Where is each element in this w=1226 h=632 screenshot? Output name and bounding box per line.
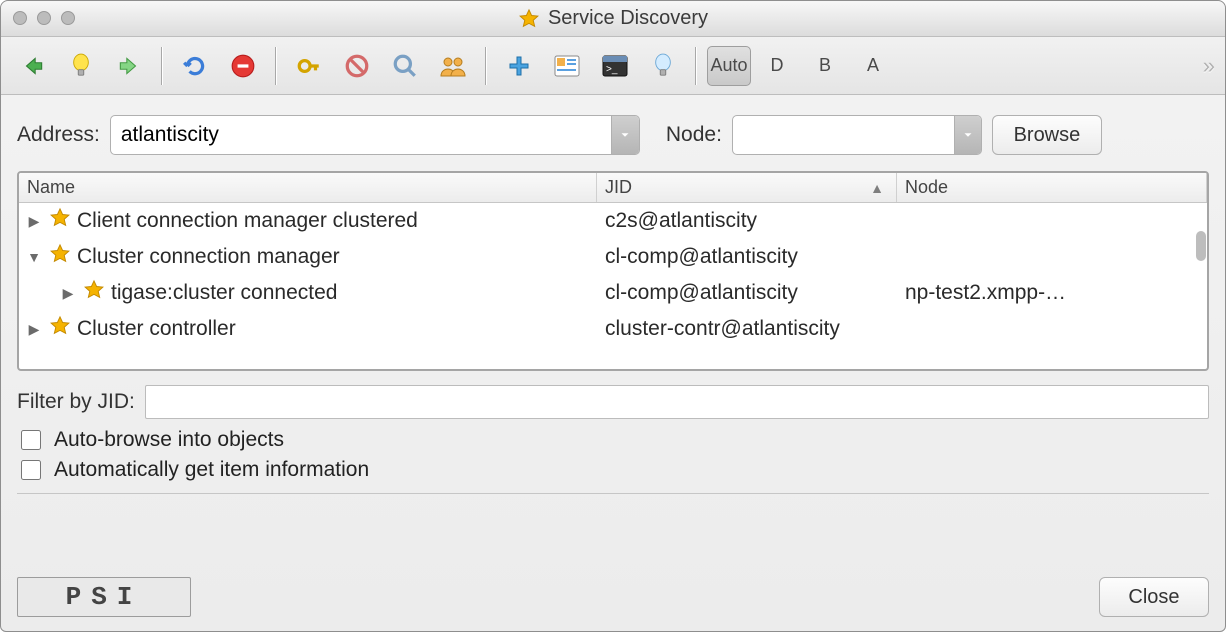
column-jid[interactable]: JID ▲ bbox=[597, 173, 897, 202]
vcard-button[interactable] bbox=[545, 46, 589, 86]
table-row[interactable]: ▶ Client connection manager clustered c2s@… bbox=[19, 203, 1207, 239]
divider bbox=[17, 493, 1209, 494]
bottom-bar: PSI Close bbox=[1, 569, 1225, 631]
toolbar: >_ Auto D B A » bbox=[1, 37, 1225, 95]
auto-info-input[interactable] bbox=[21, 460, 41, 480]
table-row[interactable]: ▶ Cluster controller cluster-contr@atlanti… bbox=[19, 311, 1207, 347]
close-traffic-icon[interactable] bbox=[13, 11, 27, 25]
search-button[interactable] bbox=[383, 46, 427, 86]
node-drop-icon[interactable] bbox=[954, 116, 981, 154]
chevron-right-icon[interactable]: ▶ bbox=[25, 213, 43, 230]
chevron-right-icon[interactable]: ▶ bbox=[59, 285, 77, 302]
address-row: Address: Node: Browse bbox=[1, 95, 1225, 161]
browse-button[interactable]: Browse bbox=[992, 115, 1102, 155]
close-button-label: Close bbox=[1128, 586, 1179, 609]
toolbar-separator bbox=[161, 47, 163, 85]
options-group: Auto-browse into objects Automatically g… bbox=[1, 425, 1225, 483]
star-icon bbox=[83, 279, 105, 307]
row-name: Cluster controller bbox=[77, 317, 236, 341]
svg-text:>_: >_ bbox=[606, 64, 618, 75]
add-button[interactable] bbox=[497, 46, 541, 86]
auto-browse-input[interactable] bbox=[21, 430, 41, 450]
mode-b-button[interactable]: B bbox=[803, 46, 847, 86]
deny-button[interactable] bbox=[335, 46, 379, 86]
service-discovery-window: Service Discovery bbox=[0, 0, 1226, 632]
psi-logo: PSI bbox=[17, 577, 191, 617]
chevron-right-icon[interactable]: ▶ bbox=[25, 321, 43, 338]
row-name: tigase:cluster connected bbox=[111, 281, 337, 305]
stop-button[interactable] bbox=[221, 46, 265, 86]
star-icon bbox=[49, 207, 71, 235]
chevron-down-icon[interactable]: ▼ bbox=[25, 249, 43, 265]
bulb2-button[interactable] bbox=[641, 46, 685, 86]
window-title: Service Discovery bbox=[548, 7, 708, 30]
window-controls bbox=[13, 11, 75, 25]
close-button[interactable]: Close bbox=[1099, 577, 1209, 617]
mode-b-label: B bbox=[819, 55, 831, 76]
scrollbar-thumb[interactable] bbox=[1196, 231, 1206, 261]
sort-asc-icon: ▲ bbox=[870, 180, 884, 196]
address-drop-icon[interactable] bbox=[611, 116, 639, 154]
mode-a-button[interactable]: A bbox=[851, 46, 895, 86]
console-button[interactable]: >_ bbox=[593, 46, 637, 86]
star-icon bbox=[49, 243, 71, 271]
mode-a-label: A bbox=[867, 55, 879, 76]
row-jid: cl-comp@atlantiscity bbox=[597, 245, 897, 269]
key-button[interactable] bbox=[287, 46, 331, 86]
forward-button[interactable] bbox=[107, 46, 151, 86]
auto-browse-checkbox[interactable]: Auto-browse into objects bbox=[17, 427, 1209, 453]
node-input[interactable] bbox=[733, 116, 954, 154]
back-button[interactable] bbox=[11, 46, 55, 86]
toolbar-separator bbox=[275, 47, 277, 85]
auto-info-checkbox[interactable]: Automatically get item information bbox=[17, 457, 1209, 483]
auto-toggle[interactable]: Auto bbox=[707, 46, 751, 86]
column-name[interactable]: Name bbox=[19, 173, 597, 202]
address-input[interactable] bbox=[111, 116, 611, 154]
users-button[interactable] bbox=[431, 46, 475, 86]
row-jid: c2s@atlantiscity bbox=[597, 209, 897, 233]
node-combo[interactable] bbox=[732, 115, 982, 155]
browse-button-label: Browse bbox=[1014, 124, 1081, 147]
refresh-button[interactable] bbox=[173, 46, 217, 86]
minimize-traffic-icon[interactable] bbox=[37, 11, 51, 25]
overflow-chevrons-icon[interactable]: » bbox=[1203, 53, 1215, 79]
table-row[interactable]: ▼ Cluster connection manager cl-comp@atlan… bbox=[19, 239, 1207, 275]
row-name: Client connection manager clustered bbox=[77, 209, 418, 233]
star-icon bbox=[49, 315, 71, 343]
hint-button[interactable] bbox=[59, 46, 103, 86]
row-jid: cl-comp@atlantiscity bbox=[597, 281, 897, 305]
tree-body: ▶ Client connection manager clustered c2s@… bbox=[19, 203, 1207, 369]
node-label: Node: bbox=[666, 123, 722, 147]
auto-browse-label: Auto-browse into objects bbox=[54, 428, 284, 452]
auto-label: Auto bbox=[710, 55, 747, 76]
tree-header: Name JID ▲ Node bbox=[19, 173, 1207, 203]
address-combo[interactable] bbox=[110, 115, 640, 155]
filter-row: Filter by JID: bbox=[1, 375, 1225, 425]
zoom-traffic-icon[interactable] bbox=[61, 11, 75, 25]
row-node: np-test2.xmpp-… bbox=[897, 281, 1207, 305]
filter-input[interactable] bbox=[145, 385, 1209, 419]
toolbar-separator bbox=[695, 47, 697, 85]
address-label: Address: bbox=[17, 123, 100, 147]
table-row[interactable]: ▶ tigase:cluster connected cl-comp@atlanti… bbox=[19, 275, 1207, 311]
titlebar: Service Discovery bbox=[1, 1, 1225, 37]
column-node[interactable]: Node bbox=[897, 173, 1207, 202]
star-icon bbox=[518, 8, 540, 30]
toolbar-separator bbox=[485, 47, 487, 85]
row-jid: cluster-contr@atlantiscity bbox=[597, 317, 897, 341]
mode-d-label: D bbox=[771, 55, 784, 76]
row-name: Cluster connection manager bbox=[77, 245, 340, 269]
auto-info-label: Automatically get item information bbox=[54, 458, 369, 482]
filter-label: Filter by JID: bbox=[17, 390, 135, 414]
results-tree[interactable]: Name JID ▲ Node ▶ Client connection manag… bbox=[17, 171, 1209, 371]
mode-d-button[interactable]: D bbox=[755, 46, 799, 86]
